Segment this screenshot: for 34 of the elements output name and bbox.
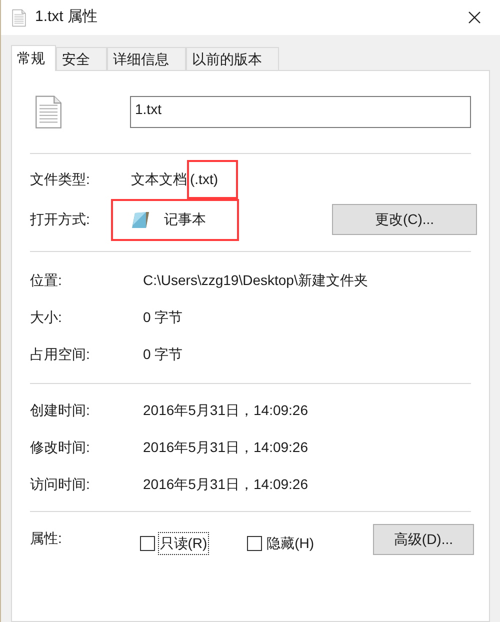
tab[interactable]: 安全 (56, 47, 107, 70)
checkbox-label: 隐藏(H) (266, 534, 316, 553)
checkbox[interactable]: 隐藏(H) (246, 532, 373, 555)
field-value: 文本文档 (131, 170, 187, 188)
field-label: 访问时间: (30, 475, 91, 494)
field-label: 占用空间: (30, 345, 91, 364)
field-label: 大小: (30, 308, 63, 327)
field-value: 2016年5月31日，14:09:26 (143, 438, 308, 457)
file-name-field[interactable]: 1.txt (130, 96, 471, 128)
field-label: 修改时间: (30, 438, 91, 457)
tab[interactable]: 以前的版本 (186, 47, 279, 70)
advanced-button[interactable]: 高级(D)... (372, 524, 474, 555)
field-value: 2016年5月31日，14:09:26 (143, 475, 308, 494)
checkbox-label: 只读(R) (158, 532, 210, 555)
app-name: 记事本 (164, 210, 206, 229)
tab[interactable]: 详细信息 (107, 47, 186, 70)
field-value: C:\Users\zzg19\Desktop\新建文件夹 (143, 271, 368, 290)
field-label: 创建时间: (30, 401, 91, 420)
notepad-icon (131, 210, 151, 228)
field-value: 2016年5月31日，14:09:26 (143, 401, 308, 420)
window-title: 1.txt 属性 (35, 7, 98, 28)
document-icon (12, 8, 26, 26)
field-label: 位置: (30, 271, 63, 290)
field-label: 属性: (30, 529, 63, 548)
file-extension: (.txt) (187, 160, 238, 198)
field-label: 文件类型: (30, 170, 91, 188)
close-icon (468, 11, 480, 24)
field-value: 0 字节 (143, 345, 183, 364)
checkbox[interactable]: 只读(R) (140, 532, 247, 555)
field-label: 打开方式: (30, 210, 91, 229)
text-file-icon (35, 95, 62, 129)
tab[interactable]: 常规 (11, 45, 56, 71)
change-button[interactable]: 更改(C)... (332, 204, 477, 235)
field-value: 0 字节 (143, 308, 183, 327)
